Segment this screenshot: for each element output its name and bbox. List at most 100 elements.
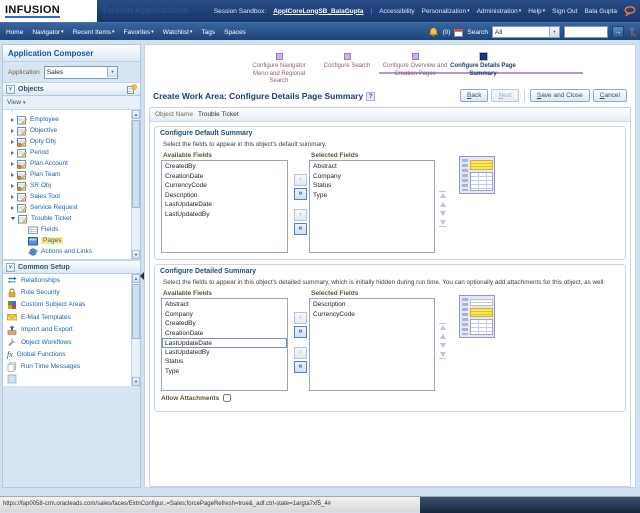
train-step-square-icon[interactable] [344, 53, 351, 60]
available-fields-listbox[interactable]: CreatedByCreationDateCurrencyCodeDescrip… [161, 160, 288, 253]
tree-item-fields[interactable]: Fields [3, 224, 140, 235]
expand-arrow-icon[interactable] [11, 173, 14, 177]
menu-home[interactable]: Home [6, 29, 23, 36]
list-item[interactable]: Role Security [3, 286, 140, 298]
field-option[interactable]: CurrencyCode [310, 310, 434, 320]
collapse-arrow-icon[interactable] [11, 217, 15, 220]
move-to-bottom-icon[interactable] [439, 352, 446, 359]
expand-arrow-icon[interactable] [11, 184, 14, 188]
move-up-icon[interactable] [440, 334, 446, 339]
selected-fields-listbox[interactable]: AbstractCompanyStatusType [309, 160, 435, 253]
help-menu[interactable]: Help [528, 8, 545, 15]
collapse-chevron-icon[interactable] [6, 263, 15, 272]
remove-selected-icon[interactable] [294, 347, 307, 359]
administration-menu[interactable]: Administration [477, 8, 522, 15]
search-go-button[interactable] [612, 26, 624, 38]
train-step-3[interactable]: Configure Overview and Creation Pages [381, 53, 449, 86]
tree-item[interactable]: Plan Team [3, 169, 140, 180]
field-option[interactable]: Description [162, 191, 287, 201]
application-select[interactable]: Sales [44, 66, 118, 79]
scroll-up-icon[interactable]: ▲ [132, 110, 140, 119]
tree-scrollbar[interactable]: ▲ ▼ [131, 110, 140, 259]
move-all-icon[interactable] [294, 326, 307, 338]
field-option[interactable]: Status [310, 181, 434, 191]
move-all-icon[interactable] [294, 188, 307, 200]
list-item[interactable]: Global Functions [3, 348, 140, 360]
train-step-4-current[interactable]: Configure Details Page Summary [449, 53, 517, 86]
menu-recent-items[interactable]: Recent Items [73, 29, 115, 36]
field-option[interactable]: Type [310, 191, 434, 201]
expand-arrow-icon[interactable] [11, 140, 14, 144]
personalization-menu[interactable]: Personalization [422, 8, 470, 15]
menu-favorites[interactable]: Favorites [124, 29, 154, 36]
list-item[interactable]: Object Workflows [3, 336, 140, 348]
list-item-clipped[interactable] [3, 373, 140, 385]
expand-arrow-icon[interactable] [11, 110, 14, 111]
field-option[interactable]: CurrencyCode [162, 181, 287, 191]
scroll-down-icon[interactable]: ▼ [132, 250, 140, 259]
search-input[interactable] [564, 26, 608, 38]
field-option[interactable]: Status [162, 357, 287, 367]
cancel-button[interactable]: Cancel [593, 89, 627, 102]
tree-item-expanded[interactable]: Trouble Ticket [3, 213, 140, 224]
tree-item-security[interactable]: Security [3, 257, 140, 260]
train-step-2[interactable]: Configure Search [313, 53, 381, 86]
search-scope-select[interactable]: All [492, 26, 560, 38]
objects-panel-header[interactable]: Objects [3, 82, 140, 96]
allow-attachments-checkbox[interactable] [223, 394, 231, 402]
advanced-search-icon[interactable] [628, 27, 636, 37]
sign-out-link[interactable]: Sign Out [552, 8, 577, 15]
field-option[interactable]: LastUpdateDate [162, 338, 287, 348]
field-option[interactable]: CreationDate [162, 329, 287, 339]
tree-item[interactable]: Objective [3, 125, 140, 136]
scroll-up-icon[interactable]: ▲ [132, 274, 140, 283]
move-down-icon[interactable] [440, 343, 446, 348]
train-step-square-icon[interactable] [276, 53, 283, 60]
list-item[interactable]: Custom Subject Areas [3, 299, 140, 311]
list-item[interactable]: Run Time Messages [3, 361, 140, 373]
tree-item-actions-and-links[interactable]: Actions and Links [3, 246, 140, 257]
scrollbar-thumb[interactable] [132, 284, 140, 339]
tree-item[interactable]: Sales Tool [3, 191, 140, 202]
tree-item[interactable]: Period [3, 147, 140, 158]
field-option[interactable]: Company [310, 172, 434, 182]
field-option[interactable]: CreatedBy [162, 162, 287, 172]
save-and-close-button[interactable]: Save and Close [530, 89, 590, 102]
list-item[interactable]: Relationships [3, 274, 140, 286]
help-icon[interactable] [366, 92, 375, 101]
train-step-square-icon[interactable] [480, 53, 487, 60]
move-to-bottom-icon[interactable] [439, 220, 446, 227]
common-list-scrollbar[interactable]: ▲ ▼ [131, 274, 140, 386]
move-selected-icon[interactable] [294, 312, 307, 324]
new-object-icon[interactable] [126, 84, 137, 95]
scrollbar-thumb[interactable] [132, 120, 140, 208]
tree-item[interactable]: Opty Obj [3, 136, 140, 147]
field-option[interactable]: Abstract [310, 162, 434, 172]
list-item[interactable]: E-Mail Templates [3, 311, 140, 323]
expand-arrow-icon[interactable] [11, 195, 14, 199]
expand-arrow-icon[interactable] [11, 118, 14, 122]
move-to-top-icon[interactable] [439, 191, 446, 198]
remove-selected-icon[interactable] [294, 209, 307, 221]
tree-item[interactable]: Plan Account [3, 158, 140, 169]
move-up-icon[interactable] [440, 202, 446, 207]
tree-item[interactable]: SR Obj [3, 180, 140, 191]
tree-item[interactable]: Service Request [3, 202, 140, 213]
menu-navigator[interactable]: Navigator [32, 29, 63, 36]
menu-tags[interactable]: Tags [201, 29, 215, 36]
menu-watchlist[interactable]: Watchlist [163, 29, 193, 36]
chevron-down-icon[interactable] [107, 67, 117, 77]
field-option[interactable]: CreationDate [162, 172, 287, 182]
field-option[interactable]: LastUpdateDate [162, 200, 287, 210]
tree-item-pages-selected[interactable]: Pages [3, 235, 140, 246]
tree-item[interactable]: Employee [3, 114, 140, 125]
chat-bubble-icon[interactable] [624, 6, 636, 16]
session-sandbox-link[interactable]: ApplCoreLongSB_BalaGupta [273, 8, 363, 15]
scroll-down-icon[interactable]: ▼ [132, 377, 140, 386]
remove-all-icon[interactable] [294, 223, 307, 235]
available-fields-listbox[interactable]: AbstractCompanyCreatedByCreationDateLast… [161, 298, 288, 391]
menu-spaces[interactable]: Spaces [224, 29, 246, 36]
view-menu-button[interactable]: View [7, 99, 21, 106]
train-step-square-icon[interactable] [412, 53, 419, 60]
calendar-icon[interactable] [454, 28, 463, 37]
